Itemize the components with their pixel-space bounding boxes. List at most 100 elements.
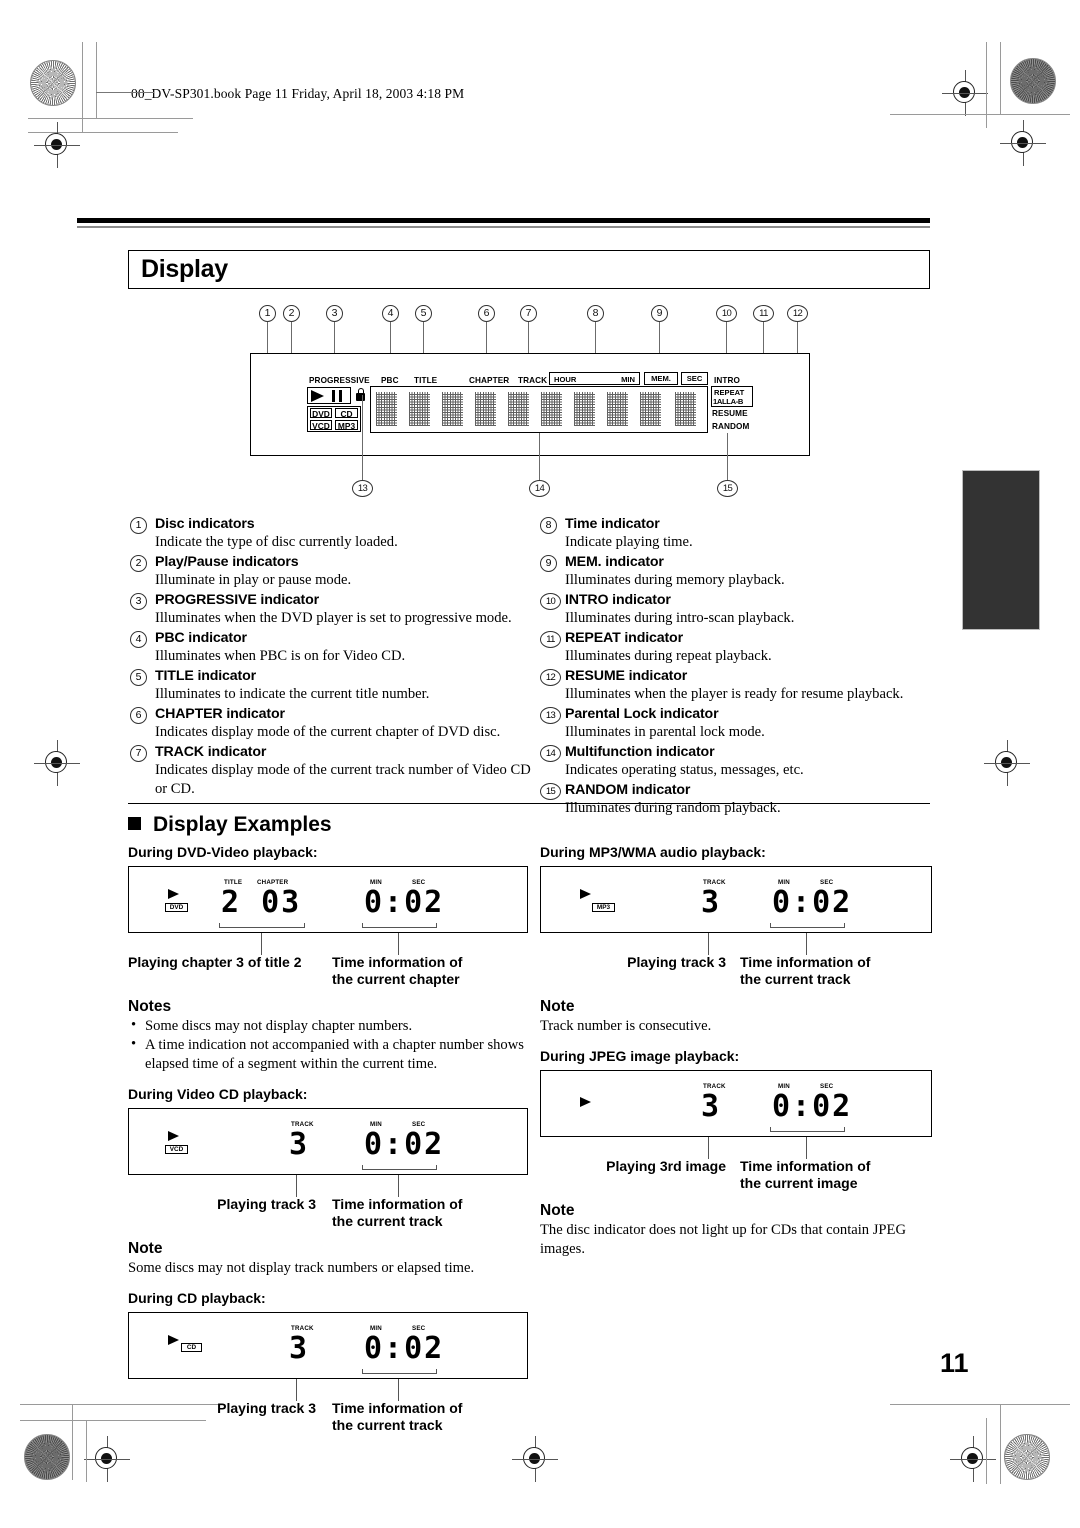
- disc-badge-cd: CD: [335, 408, 358, 419]
- play-icon: [168, 1131, 179, 1141]
- digits-track: 3: [701, 1089, 722, 1124]
- item-heading: PBC indicator: [155, 630, 247, 646]
- item-number: 12: [540, 669, 561, 686]
- callout-13: 13: [352, 480, 373, 497]
- page-title: Display: [141, 255, 228, 283]
- item-body: Illuminates when the DVD player is set t…: [155, 610, 512, 626]
- label-repeat-box: REPEAT 1ALLA-B: [711, 386, 753, 407]
- item-number: 5: [130, 669, 147, 686]
- callout-8: 8: [587, 305, 604, 322]
- item-body: Illuminates during random playback.: [565, 800, 781, 816]
- indicator-list-left: 1 Disc indicators Indicate the type of dis…: [130, 515, 535, 800]
- notes-heading-vcd: Note: [128, 1240, 163, 1257]
- section-rule-thin: [77, 226, 930, 228]
- example-notes-mp3: Playing track 3 Time information of the …: [540, 954, 932, 988]
- notes-heading-dvd: Notes: [128, 998, 172, 1015]
- indicator-item: 2 Play/Pause indicators Illuminate in play…: [130, 553, 535, 590]
- callout-10: 10: [716, 305, 737, 322]
- segment-digit: [442, 392, 463, 426]
- page-content: Display 1 2 3 4 5 6 7 8 9 10 11 12 PROGR…: [0, 0, 1080, 1528]
- leader-line: [398, 933, 400, 955]
- example-leaders-cd: [128, 1379, 528, 1403]
- example-panel-jpeg: TRACK MIN SEC 3 0:02: [540, 1070, 932, 1137]
- leader-line: [398, 1175, 400, 1197]
- item-heading: Time indicator: [565, 516, 660, 532]
- examples-left-column: During DVD-Video playback: DVD TITLE CHA…: [128, 843, 528, 1434]
- example-note-left: Playing 3rd image: [606, 1158, 726, 1174]
- item-body: Indicate the type of disc currently load…: [155, 534, 398, 550]
- segment-digit: [508, 392, 529, 426]
- digits-track: 3: [701, 885, 722, 920]
- item-heading: PROGRESSIVE indicator: [155, 592, 319, 608]
- example-caption-dvd: During DVD-Video playback:: [128, 844, 318, 860]
- item-heading: TRACK indicator: [155, 744, 267, 760]
- indicator-item: 10 INTRO indicator Illuminates during intr…: [540, 591, 945, 628]
- example-panel-dvd: DVD TITLE CHAPTER MIN SEC 2 03 0:02: [128, 866, 528, 933]
- leader-line: [539, 433, 540, 480]
- leader-line: [806, 933, 808, 955]
- disc-badge: DVD: [165, 903, 188, 912]
- example-caption-cd: During CD playback:: [128, 1290, 266, 1306]
- segment-digit: [640, 392, 661, 426]
- leader-line: [261, 933, 263, 955]
- indicator-list-right: 8 Time indicator Indicate playing time. 9M…: [540, 515, 945, 819]
- indicator-item: 14 Multifunction indicator Indicates opera…: [540, 743, 945, 780]
- example-note-right: Time information of the current track: [332, 1400, 462, 1434]
- item-heading: MEM. indicator: [565, 554, 664, 570]
- bullet-square-icon: [128, 817, 141, 830]
- play-icon: [168, 889, 179, 899]
- item-body: Indicate playing time.: [565, 534, 693, 550]
- page-title-box: Display: [128, 250, 930, 289]
- item-heading: CHAPTER indicator: [155, 706, 285, 722]
- label-min: MIN: [621, 375, 635, 385]
- play-icon: [580, 889, 591, 899]
- play-icon: [311, 389, 324, 402]
- label-hour: HOUR: [554, 375, 577, 385]
- item-heading: Play/Pause indicators: [155, 554, 299, 570]
- indicator-item: 15 RANDOM indicator Illuminates during ran…: [540, 781, 945, 818]
- indicator-item: 9 MEM. indicator Illuminates during memory…: [540, 553, 945, 590]
- leader-line: [806, 1137, 808, 1159]
- item-body: Illuminates in parental lock mode.: [565, 724, 765, 740]
- note-bullet: Some discs may not display chapter numbe…: [128, 1016, 528, 1036]
- indicator-item: 7 TRACK indicator Indicates display mode o…: [130, 743, 535, 799]
- page-number: 11: [940, 1348, 969, 1378]
- pause-icon: [339, 389, 343, 402]
- callout-1: 1: [259, 305, 276, 322]
- callout-9: 9: [651, 305, 668, 322]
- item-heading: Parental Lock indicator: [565, 706, 719, 722]
- digits-title-chapter: 2 03: [221, 885, 302, 920]
- play-icon: [168, 1335, 179, 1345]
- examples-section-rule: [128, 803, 930, 805]
- label-mem-box: MEM.: [644, 372, 678, 385]
- callout-7: 7: [520, 305, 537, 322]
- example-panel-mp3: MP3 TRACK MIN SEC 3 0:02: [540, 866, 932, 933]
- item-number: 1: [130, 517, 147, 534]
- example-panel-cd: CD TRACK MIN SEC 3 0:02: [128, 1312, 528, 1379]
- item-number: 6: [130, 707, 147, 724]
- label-chapter: CHAPTER: [469, 376, 510, 385]
- parental-lock-icon: [356, 388, 365, 401]
- item-body: Illuminates during repeat playback.: [565, 648, 772, 664]
- example-note-left: Playing track 3: [217, 1400, 316, 1416]
- callout-15: 15: [717, 480, 738, 497]
- examples-right-column: During MP3/WMA audio playback: MP3 TRACK…: [540, 843, 932, 1259]
- indicator-item: 12 RESUME indicator Illuminates when the p…: [540, 667, 945, 704]
- indicator-item: 1 Disc indicators Indicate the type of dis…: [130, 515, 535, 552]
- range-bracket: [219, 923, 305, 928]
- leader-line: [296, 1379, 298, 1401]
- indicator-item: 11 REPEAT indicator Illuminates during rep…: [540, 629, 945, 666]
- range-bracket: [362, 1369, 437, 1374]
- callout-12: 12: [787, 305, 808, 322]
- item-number: 13: [540, 707, 561, 724]
- digits-track: 3: [289, 1127, 310, 1162]
- example-note-right: Time information of the current track: [332, 1196, 462, 1230]
- example-note-left: Playing track 3: [627, 954, 726, 970]
- item-number: 11: [540, 631, 561, 648]
- segment-digit: [541, 392, 562, 426]
- item-number: 10: [540, 593, 561, 610]
- leader-line: [727, 433, 728, 480]
- label-track: TRACK: [518, 376, 548, 385]
- item-body: Illuminates when PBC is on for Video CD.: [155, 648, 406, 664]
- note-right-line2: the current track: [332, 1213, 443, 1229]
